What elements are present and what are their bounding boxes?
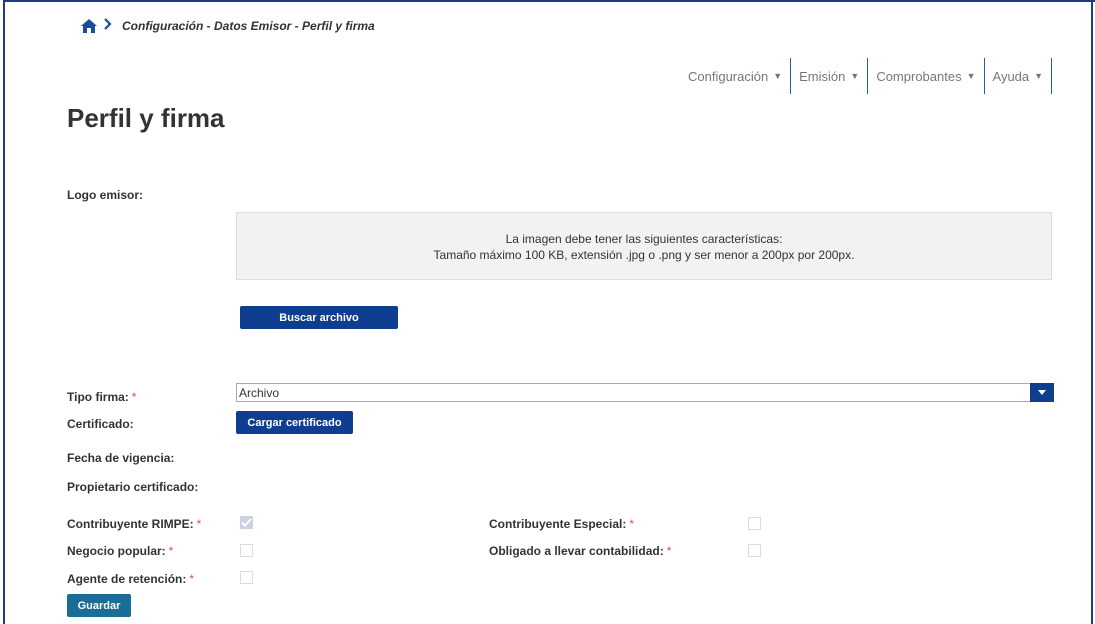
contribuyente-rimpe-label: Contribuyente RIMPE: * (67, 517, 201, 531)
required-mark: * (629, 517, 635, 531)
obligado-contabilidad-label-text: Obligado a llevar contabilidad: (489, 544, 664, 558)
menu-emision[interactable]: Emisión ▼ (791, 58, 869, 94)
top-menu: Configuración ▼ Emisión ▼ Comprobantes ▼… (680, 58, 1053, 94)
caret-down-icon[interactable] (1030, 383, 1054, 402)
caret-down-icon: ▼ (773, 71, 783, 81)
logo-emisor-label: Logo emisor: (67, 188, 144, 202)
propietario-certificado-label: Propietario certificado: (67, 480, 199, 494)
logo-info-box: La imagen debe tener las siguientes cara… (236, 212, 1052, 280)
chevron-right-icon (104, 18, 112, 34)
contribuyente-especial-label-text: Contribuyente Especial: (489, 517, 627, 531)
logo-info-line2: Tamaño máximo 100 KB, extensión .jpg o .… (433, 248, 855, 262)
agente-retencion-label: Agente de retención: * (67, 572, 194, 586)
required-mark: * (131, 390, 137, 404)
guardar-button[interactable]: Guardar (67, 594, 131, 617)
menu-comprobantes[interactable]: Comprobantes ▼ (868, 58, 985, 94)
window-border-top (3, 0, 1095, 2)
check-icon (241, 518, 252, 527)
agente-retencion-label-text: Agente de retención: (67, 572, 187, 586)
contribuyente-rimpe-label-text: Contribuyente RIMPE: (67, 517, 194, 531)
caret-down-icon: ▼ (1034, 71, 1044, 81)
menu-configuracion[interactable]: Configuración ▼ (680, 58, 792, 94)
tipo-firma-label-text: Tipo firma: (67, 390, 129, 404)
negocio-popular-label: Negocio popular: * (67, 544, 173, 558)
menu-ayuda[interactable]: Ayuda ▼ (985, 58, 1053, 94)
negocio-popular-label-text: Negocio popular: (67, 544, 166, 558)
contribuyente-especial-checkbox[interactable] (748, 517, 761, 530)
required-mark: * (666, 544, 672, 558)
obligado-contabilidad-checkbox[interactable] (748, 544, 761, 557)
tipo-firma-label: Tipo firma: * (67, 390, 136, 404)
required-mark: * (189, 572, 195, 586)
tipo-firma-select[interactable]: Archivo (236, 383, 1054, 402)
menu-ayuda-label: Ayuda (992, 68, 1030, 84)
contribuyente-rimpe-checkbox[interactable] (240, 516, 253, 529)
fecha-vigencia-label: Fecha de vigencia: (67, 451, 175, 465)
tipo-firma-value: Archivo (239, 385, 280, 400)
caret-down-icon: ▼ (966, 71, 976, 81)
contribuyente-especial-label: Contribuyente Especial: * (489, 517, 634, 531)
breadcrumb-text: Configuración - Datos Emisor - Perfil y … (122, 19, 375, 33)
obligado-contabilidad-label: Obligado a llevar contabilidad: * (489, 544, 671, 558)
window-border-right (1091, 0, 1093, 624)
logo-info-line1: La imagen debe tener las siguientes cara… (505, 232, 783, 246)
window-border-left (3, 0, 5, 624)
buscar-archivo-button[interactable]: Buscar archivo (240, 306, 398, 329)
home-icon[interactable] (80, 18, 98, 34)
agente-retencion-checkbox[interactable] (240, 571, 253, 584)
cargar-certificado-button[interactable]: Cargar certificado (236, 411, 353, 434)
menu-emision-label: Emisión (799, 68, 846, 84)
required-mark: * (168, 544, 174, 558)
negocio-popular-checkbox[interactable] (240, 544, 253, 557)
breadcrumb: Configuración - Datos Emisor - Perfil y … (80, 18, 375, 34)
caret-down-icon: ▼ (850, 71, 860, 81)
menu-configuracion-label: Configuración (688, 68, 769, 84)
menu-comprobantes-label: Comprobantes (876, 68, 962, 84)
required-mark: * (196, 517, 202, 531)
page-title: Perfil y firma (67, 103, 225, 133)
certificado-label: Certificado: (67, 417, 134, 431)
